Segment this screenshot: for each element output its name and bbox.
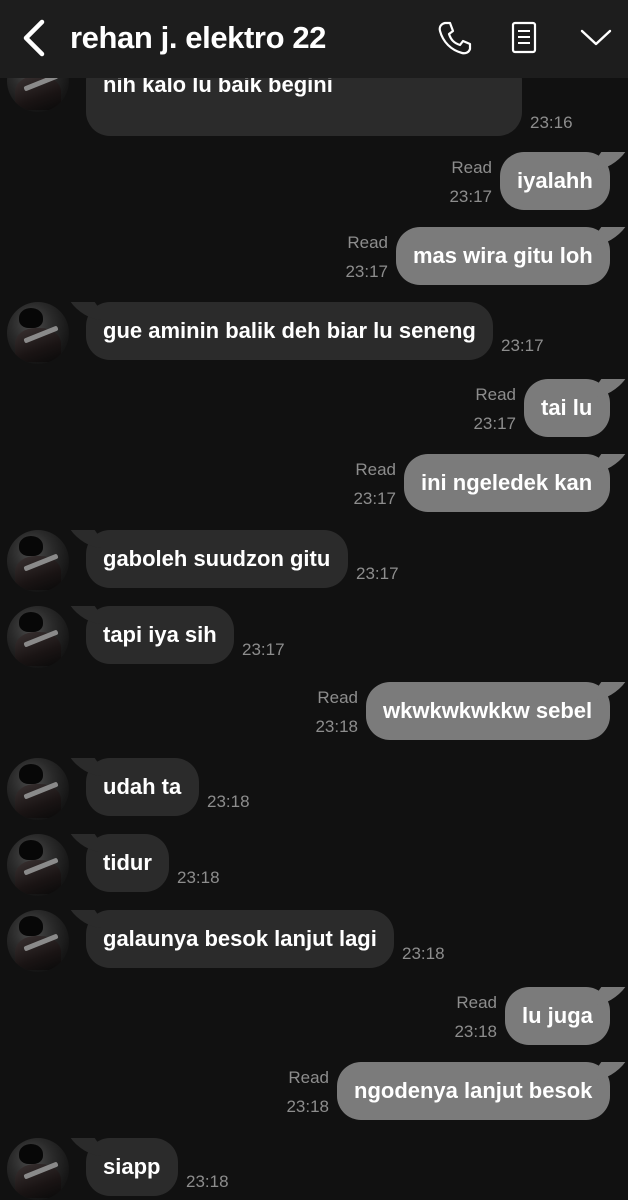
phone-icon[interactable] <box>434 18 474 58</box>
message-time: 23:18 <box>207 792 250 811</box>
message-time: 23:18 <box>315 717 358 736</box>
message-text: ngodenya lanjut besok <box>354 1078 593 1103</box>
message-bubble-outgoing[interactable]: ini ngeledek kan <box>404 454 610 512</box>
message-bubble-incoming[interactable]: udah ta <box>86 758 199 816</box>
message-text: galaunya besok lanjut lagi <box>103 926 377 951</box>
contact-avatar[interactable] <box>7 834 69 896</box>
contact-avatar[interactable] <box>7 910 69 972</box>
message-bubble-outgoing[interactable]: wkwkwkwkkw sebel <box>366 682 610 740</box>
message-time: 23:17 <box>242 640 285 659</box>
chat-title[interactable]: rehan j. elektro 22 <box>70 18 326 58</box>
chat-area[interactable]: nih kalo lu baik begini 23:16 iyalahh Rea… <box>0 0 628 1200</box>
message-row-outgoing: mas wira gitu loh Read 23:17 <box>0 227 628 287</box>
message-time: 23:17 <box>473 414 516 433</box>
message-time: 23:17 <box>449 187 492 206</box>
message-row-incoming: tidur 23:18 <box>0 834 628 896</box>
message-row-outgoing: ngodenya lanjut besok Read 23:18 <box>0 1062 628 1122</box>
chevron-down-icon[interactable] <box>576 18 616 58</box>
read-receipt: Read <box>451 158 492 177</box>
chat-header: rehan j. elektro 22 <box>0 0 628 78</box>
contact-avatar[interactable] <box>7 758 69 820</box>
message-time: 23:18 <box>402 944 445 963</box>
message-bubble-incoming[interactable]: siapp <box>86 1138 178 1196</box>
contact-avatar[interactable] <box>7 530 69 592</box>
message-bubble-outgoing[interactable]: mas wira gitu loh <box>396 227 610 285</box>
message-row-outgoing: wkwkwkwkkw sebel Read 23:18 <box>0 682 628 742</box>
message-time: 23:17 <box>356 564 399 583</box>
message-row-incoming: gue aminin balik deh biar lu seneng 23:17 <box>0 302 628 364</box>
message-time: 23:18 <box>186 1172 229 1191</box>
message-row-outgoing: lu juga Read 23:18 <box>0 987 628 1047</box>
message-time: 23:18 <box>286 1097 329 1116</box>
message-bubble-outgoing[interactable]: iyalahh <box>500 152 610 210</box>
message-row-outgoing: ini ngeledek kan Read 23:17 <box>0 454 628 514</box>
message-text: mas wira gitu loh <box>413 243 593 268</box>
message-row-outgoing: tai lu Read 23:17 <box>0 379 628 439</box>
read-receipt: Read <box>347 233 388 252</box>
message-text: ini ngeledek kan <box>421 470 593 495</box>
message-row-incoming: siapp 23:18 <box>0 1138 628 1200</box>
read-receipt: Read <box>475 385 516 404</box>
read-receipt: Read <box>355 460 396 479</box>
message-time: 23:18 <box>177 868 220 887</box>
contact-avatar[interactable] <box>7 606 69 668</box>
message-row-incoming: gaboleh suudzon gitu 23:17 <box>0 530 628 592</box>
message-row-incoming: tapi iya sih 23:17 <box>0 606 628 668</box>
message-text: tidur <box>103 850 152 875</box>
message-time: 23:16 <box>530 113 573 132</box>
contact-avatar[interactable] <box>7 1138 69 1200</box>
message-time: 23:17 <box>353 489 396 508</box>
read-receipt: Read <box>288 1068 329 1087</box>
read-receipt: Read <box>456 993 497 1012</box>
back-chevron-icon[interactable] <box>18 18 52 58</box>
message-row-incoming: galaunya besok lanjut lagi 23:18 <box>0 910 628 972</box>
message-bubble-incoming[interactable]: tidur <box>86 834 169 892</box>
message-bubble-incoming[interactable]: gaboleh suudzon gitu <box>86 530 348 588</box>
message-row-incoming: udah ta 23:18 <box>0 758 628 820</box>
message-text: lu juga <box>522 1003 593 1028</box>
message-row-incoming: nih kalo lu baik begini 23:16 <box>0 50 628 138</box>
contact-avatar[interactable] <box>7 302 69 364</box>
message-row-outgoing: iyalahh Read 23:17 <box>0 152 628 212</box>
message-bubble-outgoing[interactable]: lu juga <box>505 987 610 1045</box>
message-text: tapi iya sih <box>103 622 217 647</box>
message-text: wkwkwkwkkw sebel <box>383 698 593 723</box>
message-bubble-outgoing[interactable]: ngodenya lanjut besok <box>337 1062 610 1120</box>
message-time: 23:17 <box>345 262 388 281</box>
message-text: gaboleh suudzon gitu <box>103 546 331 571</box>
message-text: tai lu <box>541 395 593 420</box>
message-bubble-incoming[interactable]: galaunya besok lanjut lagi <box>86 910 394 968</box>
message-bubble-incoming[interactable]: tapi iya sih <box>86 606 234 664</box>
notes-icon[interactable] <box>504 18 544 58</box>
message-text: siapp <box>103 1154 161 1179</box>
message-text: iyalahh <box>517 168 593 193</box>
message-time: 23:18 <box>454 1022 497 1041</box>
read-receipt: Read <box>317 688 358 707</box>
message-text: gue aminin balik deh biar lu seneng <box>103 318 476 343</box>
message-bubble-outgoing[interactable]: tai lu <box>524 379 610 437</box>
message-time: 23:17 <box>501 336 544 355</box>
message-text: udah ta <box>103 774 182 799</box>
message-bubble-incoming[interactable]: gue aminin balik deh biar lu seneng <box>86 302 493 360</box>
